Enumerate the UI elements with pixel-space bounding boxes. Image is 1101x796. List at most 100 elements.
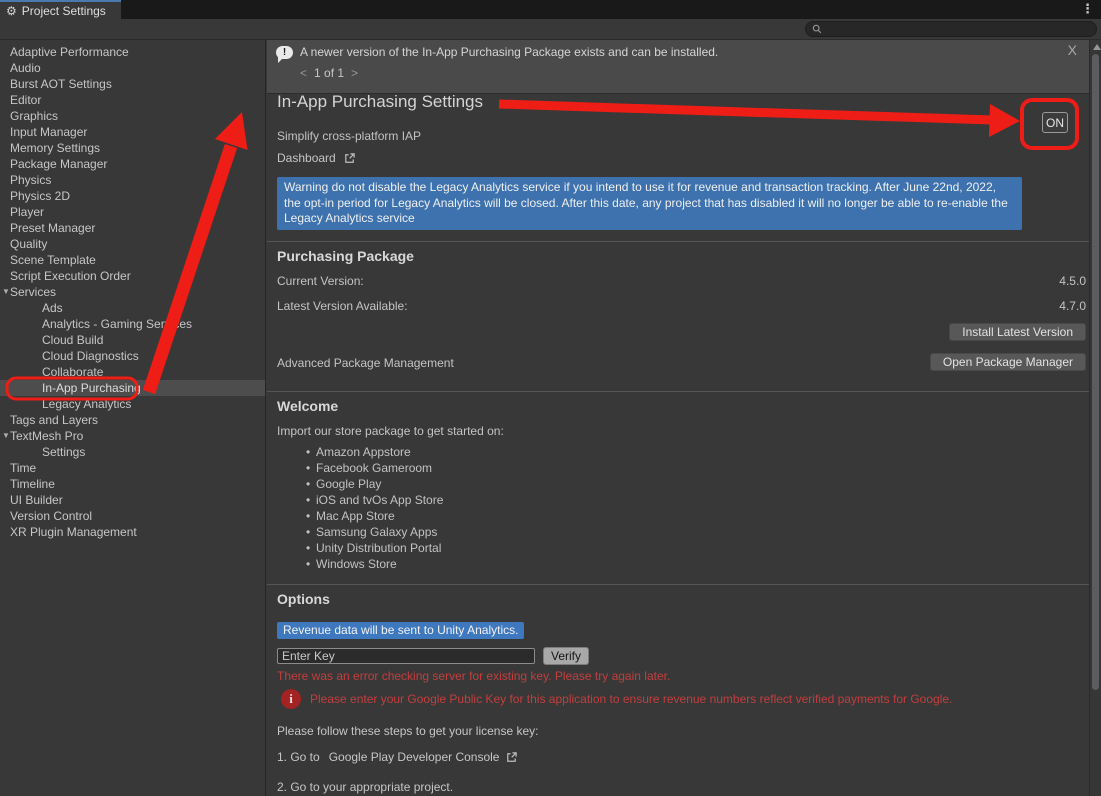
sidebar-item-analytics-gaming-services[interactable]: Analytics - Gaming Services xyxy=(0,316,265,332)
sidebar-item-collaborate[interactable]: Collaborate xyxy=(0,364,265,380)
sidebar-item-textmesh-pro[interactable]: ▼TextMesh Pro xyxy=(0,428,265,444)
sidebar-item-version-control[interactable]: Version Control xyxy=(0,508,265,524)
close-icon[interactable]: X xyxy=(1068,42,1077,58)
sidebar-item-xr-plugin-management[interactable]: XR Plugin Management xyxy=(0,524,265,540)
sidebar-item-player[interactable]: Player xyxy=(0,204,265,220)
sidebar-item-package-manager[interactable]: Package Manager xyxy=(0,156,265,172)
dashboard-link[interactable]: Dashboard xyxy=(277,151,356,165)
verify-button[interactable]: Verify xyxy=(543,647,589,665)
foldout-expanded-icon[interactable]: ▼ xyxy=(2,428,10,444)
step-1: 1. Go to Google Play Developer Console xyxy=(277,750,518,764)
sidebar-item-preset-manager[interactable]: Preset Manager xyxy=(0,220,265,236)
scrollbar-up-arrow-icon[interactable] xyxy=(1093,44,1101,50)
sidebar-item-ui-builder[interactable]: UI Builder xyxy=(0,492,265,508)
store-list-item: Samsung Galaxy Apps xyxy=(267,524,443,540)
sidebar-item-label: Settings xyxy=(42,445,85,459)
store-list-item: Unity Distribution Portal xyxy=(267,540,443,556)
sidebar-item-memory-settings[interactable]: Memory Settings xyxy=(0,140,265,156)
sidebar-item-physics-2d[interactable]: Physics 2D xyxy=(0,188,265,204)
install-latest-version-button[interactable]: Install Latest Version xyxy=(949,323,1086,341)
sidebar-item-label: Version Control xyxy=(10,509,92,523)
sidebar-item-audio[interactable]: Audio xyxy=(0,60,265,76)
alert-bubble-icon: ! xyxy=(276,46,293,59)
sidebar-item-script-execution-order[interactable]: Script Execution Order xyxy=(0,268,265,284)
sidebar-item-label: Legacy Analytics xyxy=(42,397,131,411)
sidebar-item-scene-template[interactable]: Scene Template xyxy=(0,252,265,268)
sidebar-item-quality[interactable]: Quality xyxy=(0,236,265,252)
sidebar-item-timeline[interactable]: Timeline xyxy=(0,476,265,492)
sidebar-item-in-app-purchasing[interactable]: In-App Purchasing xyxy=(0,380,265,396)
sidebar-item-input-manager[interactable]: Input Manager xyxy=(0,124,265,140)
sidebar-item-tags-and-layers[interactable]: Tags and Layers xyxy=(0,412,265,428)
foldout-expanded-icon[interactable]: ▼ xyxy=(2,284,10,300)
sidebar-item-cloud-build[interactable]: Cloud Build xyxy=(0,332,265,348)
search-box[interactable] xyxy=(805,21,1097,37)
section-divider xyxy=(267,584,1089,585)
search-input[interactable] xyxy=(826,22,1096,36)
sidebar-item-label: Memory Settings xyxy=(10,141,100,155)
settings-category-sidebar: Adaptive PerformanceAudioBurst AOT Setti… xyxy=(0,40,266,796)
gear-icon: ⚙ xyxy=(6,5,17,17)
page-subtitle: Simplify cross-platform IAP xyxy=(277,129,421,143)
sidebar-item-label: Script Execution Order xyxy=(10,269,131,283)
pager-next-icon[interactable]: > xyxy=(351,66,358,80)
search-icon xyxy=(812,24,822,34)
sidebar-item-cloud-diagnostics[interactable]: Cloud Diagnostics xyxy=(0,348,265,364)
title-bar: ⚙ Project Settings ⋮ xyxy=(0,0,1101,19)
store-list-item: Facebook Gameroom xyxy=(267,460,443,476)
scrollbar-thumb[interactable] xyxy=(1092,54,1099,690)
section-divider xyxy=(267,241,1089,242)
sidebar-item-physics[interactable]: Physics xyxy=(0,172,265,188)
sidebar-item-label: Package Manager xyxy=(10,157,107,171)
sidebar-item-legacy-analytics[interactable]: Legacy Analytics xyxy=(0,396,265,412)
sidebar-item-label: Services xyxy=(10,285,56,299)
latest-version-value: 4.7.0 xyxy=(1059,299,1086,313)
store-list-item: Windows Store xyxy=(267,556,443,572)
sidebar-item-label: Tags and Layers xyxy=(10,413,98,427)
external-link-icon xyxy=(343,152,356,165)
sidebar-item-label: XR Plugin Management xyxy=(10,525,137,539)
sidebar-item-label: Physics xyxy=(10,173,51,187)
pager-prev-icon[interactable]: < xyxy=(300,66,307,80)
current-version-row: Current Version: 4.5.0 xyxy=(277,274,1086,288)
sidebar-item-adaptive-performance[interactable]: Adaptive Performance xyxy=(0,44,265,60)
toolbar xyxy=(0,19,1101,40)
sidebar-item-label: UI Builder xyxy=(10,493,63,507)
sidebar-item-services[interactable]: ▼Services xyxy=(0,284,265,300)
sidebar-item-label: Cloud Diagnostics xyxy=(42,349,139,363)
section-divider xyxy=(267,391,1089,392)
purchasing-package-heading: Purchasing Package xyxy=(277,248,414,264)
sidebar-item-label: TextMesh Pro xyxy=(10,429,83,443)
notification-message: A newer version of the In-App Purchasing… xyxy=(300,45,718,59)
sidebar-item-label: Graphics xyxy=(10,109,58,123)
kebab-menu-icon[interactable]: ⋮ xyxy=(1081,1,1094,17)
sidebar-item-label: In-App Purchasing xyxy=(42,381,141,395)
sidebar-item-ads[interactable]: Ads xyxy=(0,300,265,316)
sidebar-item-editor[interactable]: Editor xyxy=(0,92,265,108)
store-list-item: Google Play xyxy=(267,476,443,492)
sidebar-item-label: Physics 2D xyxy=(10,189,70,203)
current-version-label: Current Version: xyxy=(277,274,364,288)
steps-intro: Please follow these steps to get your li… xyxy=(277,724,538,738)
package-update-notification: ! A newer version of the In-App Purchasi… xyxy=(267,40,1089,94)
sidebar-item-label: Player xyxy=(10,205,44,219)
welcome-heading: Welcome xyxy=(277,398,338,414)
window-title: Project Settings xyxy=(22,4,106,18)
pager-label: 1 of 1 xyxy=(314,66,344,80)
store-list-item: iOS and tvOs App Store xyxy=(267,492,443,508)
service-on-toggle[interactable]: ON xyxy=(1042,112,1068,133)
sidebar-item-label: Audio xyxy=(10,61,41,75)
open-package-manager-button[interactable]: Open Package Manager xyxy=(930,353,1086,371)
latest-version-row: Latest Version Available: 4.7.0 xyxy=(277,299,1086,313)
sidebar-item-graphics[interactable]: Graphics xyxy=(0,108,265,124)
sidebar-item-burst-aot-settings[interactable]: Burst AOT Settings xyxy=(0,76,265,92)
license-key-input[interactable] xyxy=(277,648,535,664)
sidebar-item-settings[interactable]: Settings xyxy=(0,444,265,460)
sidebar-item-label: Timeline xyxy=(10,477,55,491)
legacy-analytics-warning: Warning do not disable the Legacy Analyt… xyxy=(277,177,1022,230)
welcome-intro: Import our store package to get started … xyxy=(277,424,504,438)
sidebar-item-time[interactable]: Time xyxy=(0,460,265,476)
tab-project-settings[interactable]: ⚙ Project Settings xyxy=(0,0,121,19)
google-play-console-link[interactable]: Google Play Developer Console xyxy=(329,750,500,764)
advanced-package-management-label: Advanced Package Management xyxy=(277,356,454,370)
